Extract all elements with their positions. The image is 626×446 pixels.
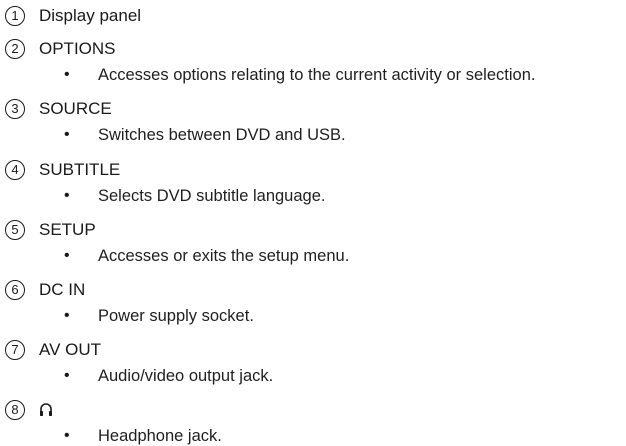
item-title: DC IN (39, 280, 86, 299)
item-description-row: • Audio/video output jack. (0, 366, 626, 386)
item-description: Headphone jack. (98, 427, 222, 445)
item-description-row: • Accesses options relating to the curre… (0, 65, 626, 85)
item-description-row: • Power supply socket. (0, 306, 626, 326)
item-number-badge: 5 (5, 220, 25, 240)
item-title: AV OUT (39, 340, 102, 359)
item-title: OPTIONS (39, 39, 116, 58)
bullet: • (64, 307, 70, 324)
item-description-row: • Accesses or exits the setup menu. (0, 246, 626, 266)
item-number-badge: 1 (5, 6, 25, 26)
headphone-icon (40, 403, 52, 416)
bullet: • (64, 247, 70, 264)
item-description: Accesses options relating to the current… (98, 66, 536, 84)
item-title: SUBTITLE (39, 160, 121, 179)
item-number-badge: 2 (5, 39, 25, 59)
bullet: • (64, 187, 70, 204)
item-description: Switches between DVD and USB. (98, 126, 346, 144)
item-title: SETUP (39, 220, 96, 239)
item-description: Selects DVD subtitle language. (98, 187, 326, 205)
item-title: Display panel (39, 6, 142, 25)
item-number-badge: 4 (5, 160, 25, 180)
item-description: Power supply socket. (98, 307, 254, 325)
item-description-row: • Switches between DVD and USB. (0, 125, 626, 145)
bullet: • (64, 367, 70, 384)
page: { "items": [ {"num": "1", "title": "Disp… (0, 0, 626, 445)
item-description-row: • Headphone jack. (0, 426, 626, 446)
item-description: Accesses or exits the setup menu. (98, 247, 350, 265)
item-number-badge: 7 (5, 340, 25, 360)
bullet: • (64, 66, 70, 83)
item-number-badge: 8 (5, 400, 25, 420)
bullet: • (64, 126, 70, 143)
item-number-badge: 3 (5, 99, 25, 119)
item-title: SOURCE (39, 99, 112, 118)
item-description-row: • Selects DVD subtitle language. (0, 186, 626, 206)
item-number-badge: 6 (5, 280, 25, 300)
item-description: Audio/video output jack. (98, 367, 274, 385)
bullet: • (64, 427, 70, 444)
